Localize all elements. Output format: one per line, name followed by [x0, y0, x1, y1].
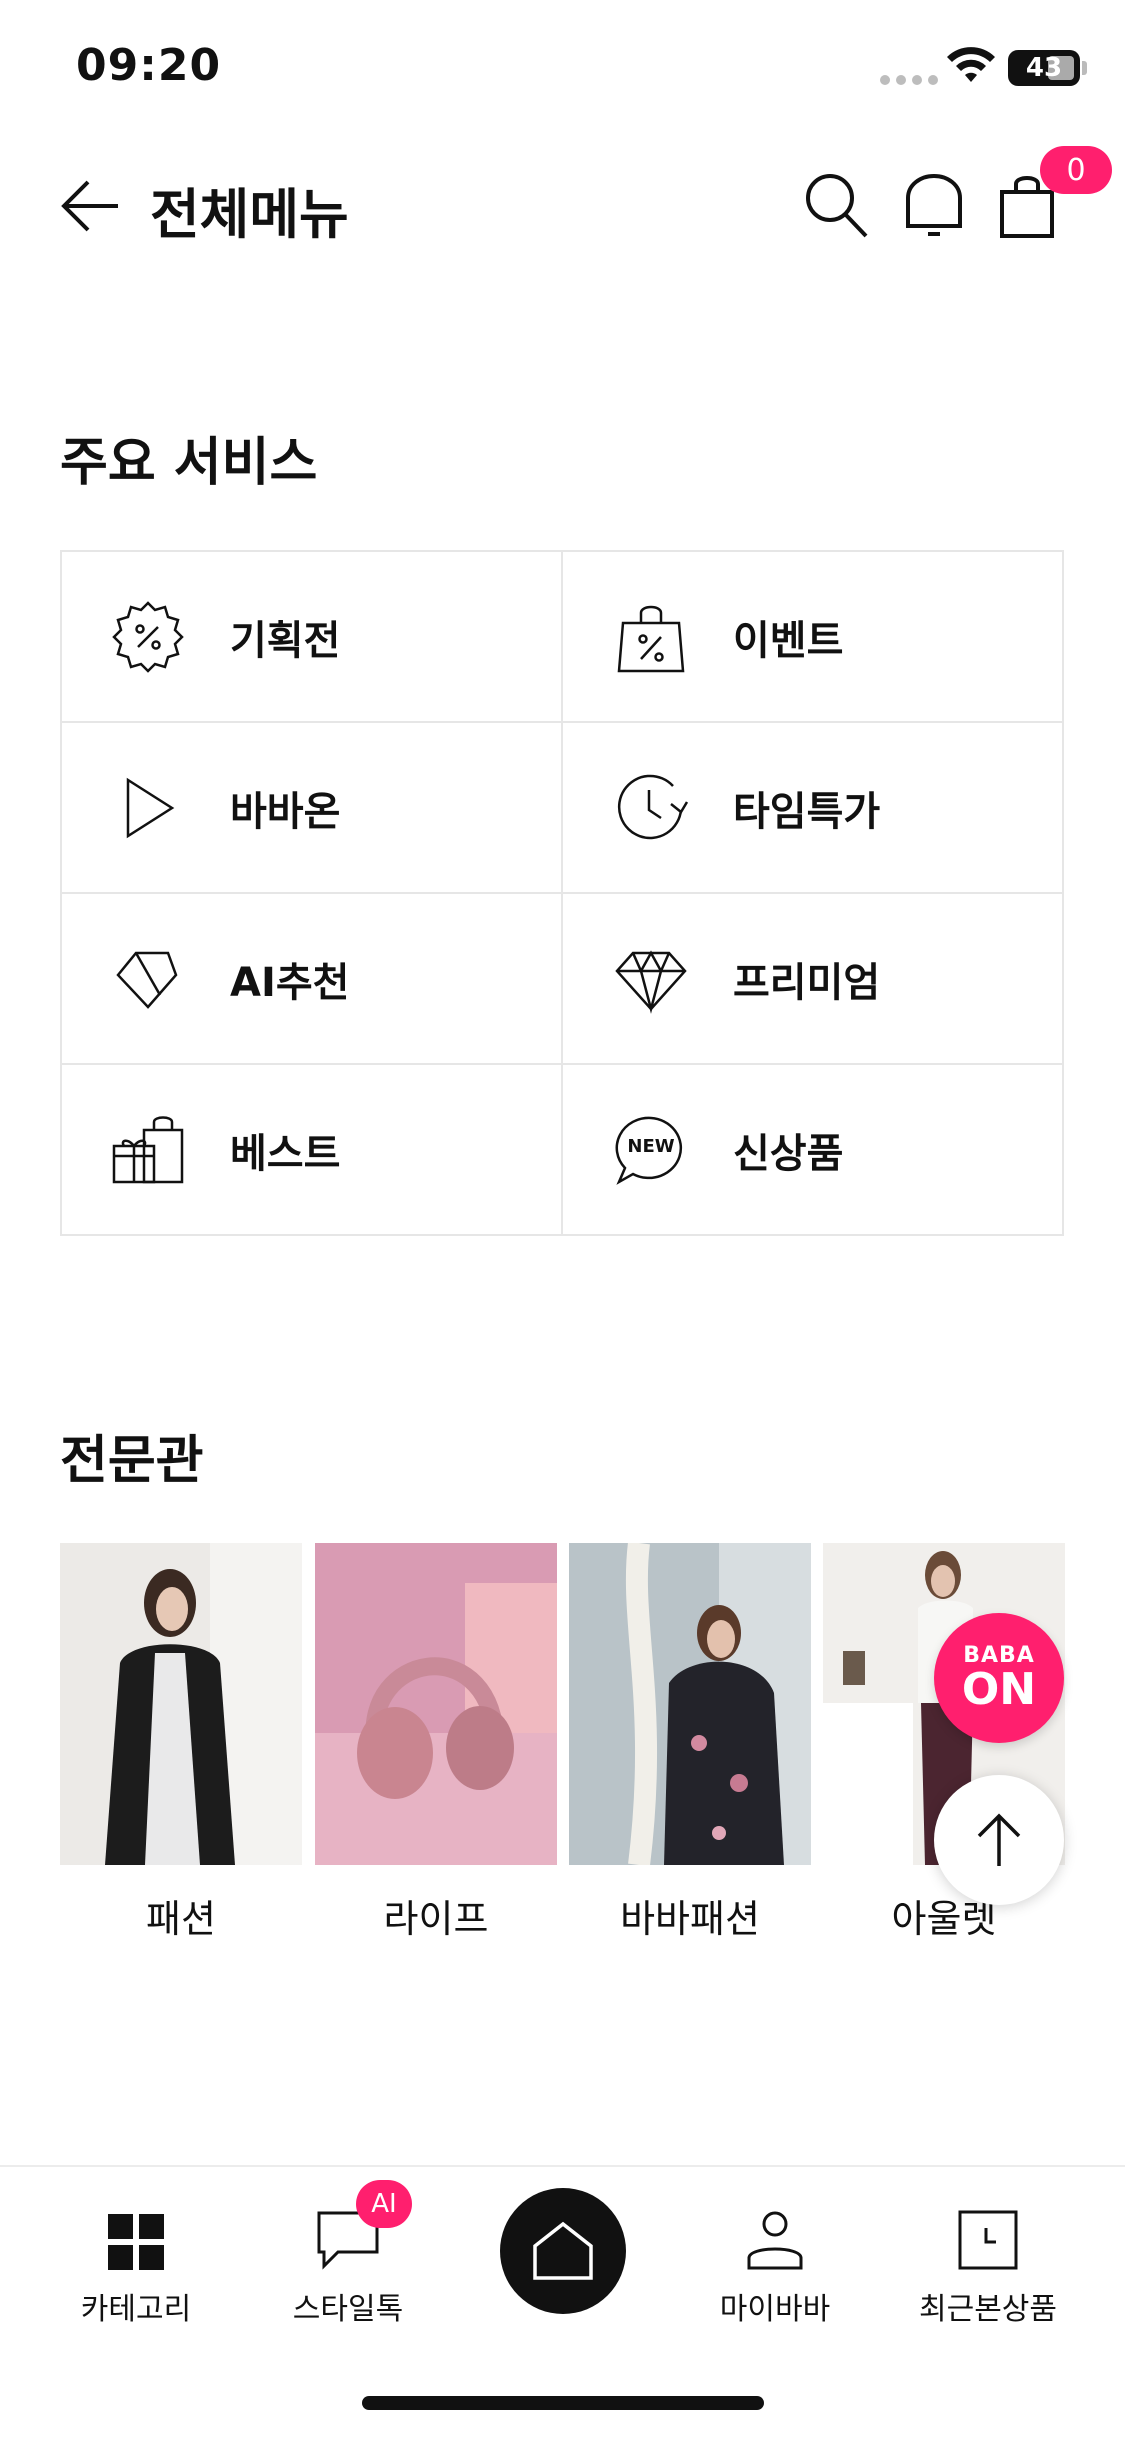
page-title: 전체메뉴 — [150, 183, 349, 246]
service-label: 바바온 — [230, 788, 341, 835]
service-label: 신상품 — [733, 1130, 844, 1177]
home-icon — [533, 2221, 593, 2280]
nav-item-category[interactable]: 카테고리 — [46, 2190, 226, 2328]
recent-clock-icon — [898, 2190, 1078, 2270]
specialty-image-baba-fashion[interactable] — [569, 1543, 811, 1865]
person-icon — [685, 2190, 865, 2270]
nav-label: 최근본상품 — [919, 2292, 1057, 2327]
service-item-babaon[interactable]: 바바온 — [60, 722, 560, 893]
home-button[interactable] — [500, 2188, 626, 2314]
specialty-label[interactable]: 라이프 — [315, 1888, 557, 1943]
service-item-event[interactable]: 이벤트 — [563, 551, 1063, 722]
percent-badge-icon — [110, 599, 186, 675]
service-label: 베스트 — [230, 1130, 341, 1177]
gem-outline-icon — [110, 941, 186, 1017]
nav-label: 카테고리 — [80, 2292, 192, 2327]
baba-on-bottom-text: ON — [961, 1664, 1037, 1715]
service-label: AI추천 — [230, 959, 350, 1006]
play-icon — [110, 770, 186, 846]
new-icon-text: NEW — [627, 1135, 675, 1157]
specialty-label[interactable]: 바바패션 — [569, 1888, 811, 1943]
home-indicator — [362, 2396, 764, 2410]
back-arrow-icon[interactable] — [60, 178, 124, 234]
battery-level: 43 — [1025, 53, 1063, 83]
nav-label: 스타일톡 — [292, 2292, 404, 2327]
battery-icon: 43 — [1008, 50, 1080, 86]
battery-tip — [1082, 61, 1087, 75]
diamond-icon — [613, 941, 689, 1017]
nav-item-recently-viewed[interactable]: 최근본상품 — [898, 2190, 1078, 2328]
search-icon[interactable] — [802, 170, 870, 240]
shopping-bag-percent-icon — [613, 599, 689, 675]
service-label: 타임특가 — [733, 788, 881, 835]
baba-on-floating-button[interactable]: BABA ON — [934, 1613, 1064, 1743]
new-chat-icon: NEW — [613, 1112, 689, 1188]
scroll-to-top-button[interactable] — [934, 1775, 1064, 1905]
service-item-new-arrivals[interactable]: NEW 신상품 — [563, 1064, 1063, 1235]
gift-icon — [110, 1112, 186, 1188]
cart-count-badge: 0 — [1040, 146, 1112, 194]
bell-icon[interactable] — [900, 170, 968, 240]
service-label: 프리미엄 — [733, 959, 881, 1006]
arrow-up-icon — [977, 1813, 1021, 1866]
specialty-image-life[interactable] — [315, 1543, 557, 1865]
service-item-best[interactable]: 베스트 — [60, 1064, 560, 1235]
grid-icon — [46, 2190, 226, 2270]
status-time: 09:20 — [76, 40, 222, 91]
specialty-label[interactable]: 패션 — [60, 1888, 302, 1943]
service-item-promotion[interactable]: 기획전 — [60, 551, 560, 722]
ai-badge: AI — [356, 2180, 412, 2228]
service-item-premium[interactable]: 프리미엄 — [563, 893, 1063, 1064]
nav-label: 마이바바 — [719, 2292, 831, 2327]
signal-icon — [880, 75, 938, 85]
nav-item-my-baba[interactable]: 마이바바 — [685, 2190, 865, 2328]
main-services-title: 주요 서비스 — [60, 433, 318, 493]
clock-icon — [613, 770, 689, 846]
service-item-time-deal[interactable]: 타임특가 — [563, 722, 1063, 893]
specialty-image-fashion[interactable] — [60, 1543, 302, 1865]
wifi-icon — [947, 47, 995, 82]
service-item-ai-recommend[interactable]: AI추천 — [60, 893, 560, 1064]
service-label: 이벤트 — [733, 617, 844, 664]
service-label: 기획전 — [230, 617, 341, 664]
specialty-title: 전문관 — [60, 1431, 204, 1491]
